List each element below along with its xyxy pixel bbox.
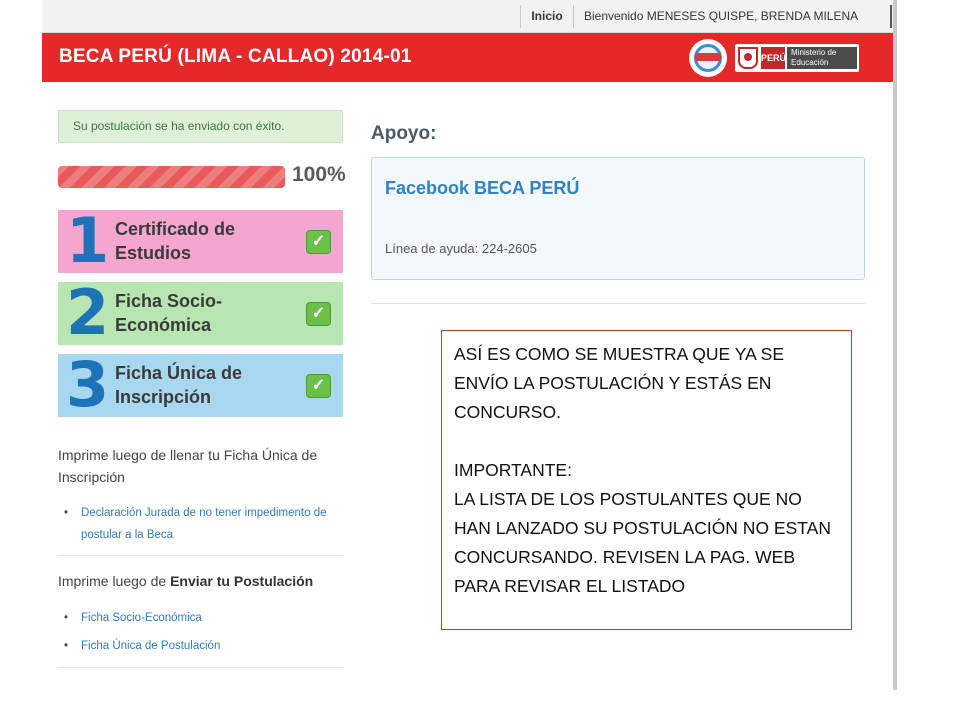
link-declaracion-jurada[interactable]: Declaración Jurada de no tener impedimen… [64, 502, 339, 546]
print-links-2: Ficha Socio-Económica Ficha Única de Pos… [64, 607, 339, 657]
annotation-body: LA LISTA DE LOS POSTULANTES QUE NO HAN L… [454, 489, 831, 596]
inicio-link[interactable]: Inicio [520, 5, 574, 28]
step-label: Ficha Socio-Económica [115, 291, 223, 335]
print-heading-2-prefix: Imprime luego de [58, 573, 167, 589]
divider [58, 667, 343, 668]
step-number: 2 [66, 276, 110, 349]
scrollbar-track[interactable] [893, 0, 897, 690]
annotation-heading: IMPORTANTE: [454, 460, 572, 480]
support-title: Apoyo: [371, 123, 437, 144]
progress-fill [58, 166, 285, 188]
print-heading-2-bold: Enviar tu Postulación [170, 573, 314, 589]
gov-flag-text: PERÚ [761, 47, 786, 69]
step-label: Ficha Única de Inscripción [115, 363, 243, 407]
welcome-prefix: Bienvenido [584, 9, 644, 23]
step-number: 3 [66, 348, 110, 421]
step-card-certificado[interactable]: 1 Certificado de Estudios ✓ [58, 206, 343, 276]
topbar-divider [890, 5, 892, 28]
helpline-number: 224-2605 [481, 241, 537, 256]
progress-label: 100% [292, 163, 346, 186]
print-heading-1: Imprime luego de llenar tu Ficha Única d… [58, 447, 318, 485]
progress-bar [58, 166, 285, 188]
support-panel: Facebook BECA PERÚ Línea de ayuda: 224-2… [371, 157, 865, 280]
print-heading-2: Imprime luego de Enviar tu Postulación [58, 570, 348, 592]
divider [371, 303, 865, 304]
helpline-label: Línea de ayuda: [385, 241, 479, 256]
ministry-text: Ministerio de Educación [787, 47, 857, 69]
site-header: BECA PERÚ (LIMA - CALLAO) 2014-01 PERÚ M… [42, 33, 893, 82]
step-card-ficha-socio[interactable]: 2 Ficha Socio-Económica ✓ [58, 278, 343, 348]
top-nav-bar: Inicio Bienvenido MENESES QUISPE, BRENDA… [42, 0, 893, 33]
facebook-link[interactable]: Facebook BECA PERÚ [385, 178, 579, 199]
page-title: BECA PERÚ (LIMA - CALLAO) 2014-01 [59, 46, 412, 67]
print-links-1: Declaración Jurada de no tener impedimen… [64, 502, 339, 546]
checkmark-icon: ✓ [306, 374, 331, 398]
step-card-ficha-unica[interactable]: 3 Ficha Única de Inscripción ✓ [58, 350, 343, 420]
user-name: MENESES QUISPE, BRENDA MILENA [646, 9, 859, 23]
program-seal-icon [689, 39, 727, 77]
divider [58, 555, 343, 556]
coat-of-arms-icon [738, 47, 758, 69]
step-label: Certificado de Estudios [115, 219, 236, 263]
link-ficha-unica-postulacion[interactable]: Ficha Única de Postulación [64, 635, 339, 657]
link-ficha-socio-economica[interactable]: Ficha Socio-Económica [64, 607, 339, 629]
ministry-logo: PERÚ Ministerio de Educación [735, 44, 859, 72]
checkmark-icon: ✓ [306, 230, 331, 254]
checkmark-icon: ✓ [306, 302, 331, 326]
welcome-text: Bienvenido MENESES QUISPE, BRENDA MILENA [584, 5, 858, 28]
helpline: Línea de ayuda: 224-2605 [385, 241, 537, 256]
step-number: 1 [66, 204, 110, 277]
annotation-box: ASÍ ES COMO SE MUESTRA QUE YA SE ENVÍO L… [441, 330, 852, 630]
success-alert: Su postulación se ha enviado con éxito. [58, 110, 343, 143]
annotation-line1: ASÍ ES COMO SE MUESTRA QUE YA SE ENVÍO L… [454, 344, 784, 422]
browser-frame-left [0, 0, 42, 690]
